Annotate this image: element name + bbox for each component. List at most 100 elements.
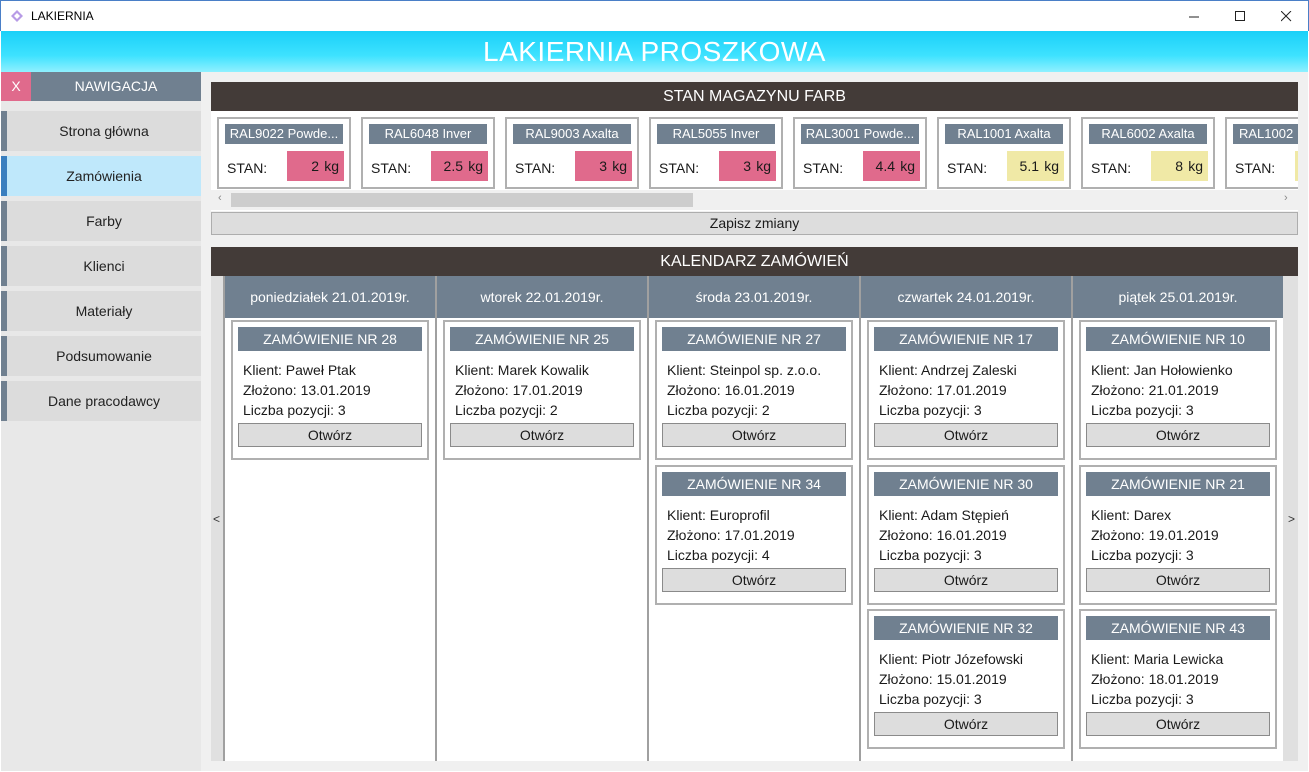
order-card: ZAMÓWIENIE NR 10 Klient: Jan Hołowienko … [1079, 320, 1277, 460]
stock-scrollbar[interactable]: ‹ › [211, 190, 1298, 210]
order-header: ZAMÓWIENIE NR 10 [1086, 327, 1270, 351]
order-client: Klient: Andrzej Zaleski [879, 362, 1017, 378]
open-order-button[interactable]: Otwórz [1086, 423, 1270, 447]
open-order-button[interactable]: Otwórz [662, 568, 846, 592]
unit-label: kg [468, 158, 483, 174]
stan-label: STAN: [371, 160, 412, 176]
open-order-button[interactable]: Otwórz [450, 423, 634, 447]
minimize-icon [1188, 16, 1199, 18]
order-client: Klient: Maria Lewicka [1091, 651, 1224, 667]
day-column: poniedziałek 21.01.2019r. ZAMÓWIENIE NR … [223, 276, 435, 761]
order-header: ZAMÓWIENIE NR 21 [1086, 472, 1270, 496]
stock-card: RAL9003 Axalta STAN: 3 kg [505, 117, 639, 189]
stock-card: RAL6048 Inver STAN: 2.5 kg [361, 117, 495, 189]
order-card: ZAMÓWIENIE NR 43 Klient: Maria Lewicka Z… [1079, 609, 1277, 749]
window-titlebar: LAKIERNIA [0, 0, 1309, 31]
scroll-left-icon[interactable]: ‹ [218, 192, 222, 204]
open-order-button[interactable]: Otwórz [874, 423, 1058, 447]
open-order-button[interactable]: Otwórz [874, 568, 1058, 592]
quantity-field[interactable]: 3 kg [575, 151, 632, 181]
nav-item-podsumowanie[interactable]: Podsumowanie [1, 336, 201, 376]
order-header: ZAMÓWIENIE NR 43 [1086, 616, 1270, 640]
unit-label: kg [900, 158, 915, 174]
quantity-value: 3 [743, 158, 751, 174]
stan-label: STAN: [515, 160, 556, 176]
order-client: Klient: Marek Kowalik [455, 362, 589, 378]
stock-card: RAL5055 Inver STAN: 3 kg [649, 117, 783, 189]
unit-label: kg [756, 158, 771, 174]
order-card: ZAMÓWIENIE NR 28 Klient: Paweł Ptak Złoż… [231, 320, 429, 460]
day-column: środa 23.01.2019r. ZAMÓWIENIE NR 27 Klie… [647, 276, 859, 761]
nav-item-klienci[interactable]: Klienci [1, 246, 201, 286]
order-item-count: Liczba pozycji: 3 [879, 547, 982, 563]
close-window-button[interactable] [1263, 1, 1309, 32]
open-order-button[interactable]: Otwórz [238, 423, 422, 447]
open-order-button[interactable]: Otwórz [1086, 712, 1270, 736]
order-item-count: Liczba pozycji: 3 [1091, 402, 1194, 418]
nav-item-dane-pracodawcy[interactable]: Dane pracodawcy [1, 381, 201, 421]
save-changes-button[interactable]: Zapisz zmiany [211, 212, 1298, 235]
unit-label: kg [612, 158, 627, 174]
order-client: Klient: Jan Hołowienko [1091, 362, 1233, 378]
nav-close-button[interactable]: X [1, 72, 31, 101]
day-header: środa 23.01.2019r. [649, 276, 859, 318]
order-item-count: Liczba pozycji: 2 [667, 402, 770, 418]
nav-item-zamowienia[interactable]: Zamówienia [1, 156, 201, 196]
nav-item-materialy[interactable]: Materiały [1, 291, 201, 331]
scrollbar-thumb[interactable] [231, 193, 693, 207]
open-order-button[interactable]: Otwórz [662, 423, 846, 447]
quantity-field[interactable]: kg [1295, 151, 1298, 181]
paint-name: RAL6002 Axalta [1089, 124, 1207, 144]
order-client: Klient: Europrofil [667, 507, 770, 523]
unit-label: kg [1188, 158, 1203, 174]
quantity-field[interactable]: 8 kg [1151, 151, 1208, 181]
app-title: LAKIERNIA PROSZKOWA [483, 36, 826, 67]
order-header: ZAMÓWIENIE NR 25 [450, 327, 634, 351]
paint-name: RAL5055 Inver [657, 124, 775, 144]
paint-name: RAL3001 Powde... [801, 124, 919, 144]
order-item-count: Liczba pozycji: 3 [879, 691, 982, 707]
order-card: ZAMÓWIENIE NR 30 Klient: Adam Stępień Zł… [867, 465, 1065, 605]
order-card: ZAMÓWIENIE NR 17 Klient: Andrzej Zaleski… [867, 320, 1065, 460]
window-title: LAKIERNIA [31, 9, 94, 23]
calendar-prev-button[interactable]: < [213, 512, 220, 526]
quantity-field[interactable]: 3 kg [719, 151, 776, 181]
day-header: czwartek 24.01.2019r. [861, 276, 1071, 318]
stock-card: RAL1002 STAN: kg [1225, 117, 1298, 189]
unit-label: kg [1044, 158, 1059, 174]
stock-card: RAL9022 Powde... STAN: 2 kg [217, 117, 351, 189]
order-card: ZAMÓWIENIE NR 27 Klient: Steinpol sp. z.… [655, 320, 853, 460]
paint-name: RAL9022 Powde... [225, 124, 343, 144]
day-column: czwartek 24.01.2019r. ZAMÓWIENIE NR 17 K… [859, 276, 1071, 761]
day-column: piątek 25.01.2019r. ZAMÓWIENIE NR 10 Kli… [1071, 276, 1283, 761]
stock-section-title: STAN MAGAZYNU FARB [211, 82, 1298, 111]
stan-label: STAN: [227, 160, 268, 176]
scroll-right-icon[interactable]: › [1284, 192, 1288, 204]
minimize-button[interactable] [1171, 1, 1217, 32]
maximize-icon [1234, 11, 1245, 21]
paint-name: RAL1001 Axalta [945, 124, 1063, 144]
calendar-next-button[interactable]: > [1288, 512, 1295, 526]
nav-item-strona-glowna[interactable]: Strona główna [1, 111, 201, 151]
quantity-field[interactable]: 2 kg [287, 151, 344, 181]
stan-label: STAN: [659, 160, 700, 176]
order-header: ZAMÓWIENIE NR 30 [874, 472, 1058, 496]
sidebar: X NAWIGACJA Strona główna Zamówienia Far… [1, 72, 201, 771]
order-date: Złożono: 21.01.2019 [1091, 382, 1219, 398]
order-header: ZAMÓWIENIE NR 32 [874, 616, 1058, 640]
maximize-button[interactable] [1217, 1, 1263, 32]
app-header: LAKIERNIA PROSZKOWA [1, 31, 1308, 72]
quantity-value: 8 [1175, 158, 1183, 174]
open-order-button[interactable]: Otwórz [874, 712, 1058, 736]
quantity-field[interactable]: 4.4 kg [863, 151, 920, 181]
calendar-section-title: KALENDARZ ZAMÓWIEŃ [211, 247, 1298, 276]
day-header: poniedziałek 21.01.2019r. [225, 276, 435, 318]
quantity-field[interactable]: 2.5 kg [431, 151, 488, 181]
order-date: Złożono: 16.01.2019 [667, 382, 795, 398]
quantity-field[interactable]: 5.1 kg [1007, 151, 1064, 181]
nav-item-farby[interactable]: Farby [1, 201, 201, 241]
open-order-button[interactable]: Otwórz [1086, 568, 1270, 592]
day-header: wtorek 22.01.2019r. [437, 276, 647, 318]
order-item-count: Liczba pozycji: 3 [1091, 691, 1194, 707]
order-item-count: Liczba pozycji: 2 [455, 402, 558, 418]
